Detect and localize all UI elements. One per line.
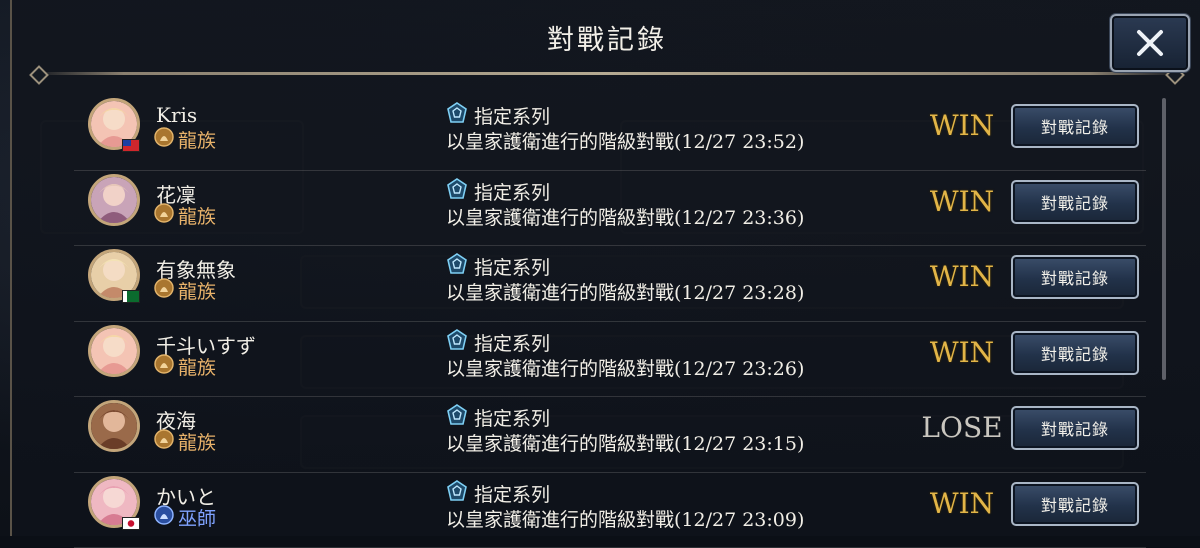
match-description: 以皇家護衛進行的階級對戰(12/27 23:52) [446, 127, 804, 154]
match-result: WIN [904, 260, 1020, 293]
match-description: 以皇家護衛進行的階級對戰(12/27 23:09) [446, 505, 804, 532]
match-row-2: 花凜 龍族 指定系列 以皇家護衛進行的階級對戰(12/27 23:36) WIN… [74, 171, 1146, 247]
taiwan-flag-icon [122, 139, 140, 152]
format-icon [446, 329, 468, 351]
dragon-class-icon [154, 278, 174, 298]
format-label: 指定系列 [474, 329, 550, 356]
close-button[interactable] [1110, 14, 1190, 72]
pakistan-flag-icon [122, 290, 140, 303]
scrollbar[interactable] [1162, 98, 1166, 380]
view-battle-record-button[interactable]: 對戰記錄 [1011, 255, 1139, 299]
format-icon [446, 178, 468, 200]
header-divider [32, 72, 1182, 75]
class-label: 龍族 [178, 126, 216, 153]
dialog-title: 對戰記錄 [547, 18, 667, 57]
mage-class-icon [154, 505, 174, 525]
dialog-header: 對戰記錄 [12, 0, 1200, 78]
match-row-4: 千斗いすず 龍族 指定系列 以皇家護衛進行的階級對戰(12/27 23:26) … [74, 322, 1146, 398]
match-result: WIN [904, 336, 1020, 369]
format-icon [446, 253, 468, 275]
match-description: 以皇家護衛進行的階級對戰(12/27 23:28) [446, 278, 804, 305]
view-battle-record-button[interactable]: 對戰記錄 [1011, 180, 1139, 224]
opponent-name: Kris [156, 103, 197, 127]
match-description: 以皇家護衛進行的階級對戰(12/27 23:26) [446, 354, 804, 381]
match-row-1: Kris 龍族 指定系列 以皇家護衛進行的階級對戰(12/27 23:52) W… [74, 95, 1146, 171]
match-result: WIN [904, 487, 1020, 520]
match-description: 以皇家護衛進行的階級對戰(12/27 23:36) [446, 203, 804, 230]
match-result: WIN [904, 109, 1020, 142]
match-row-6: かいと 巫師 指定系列 以皇家護衛進行的階級對戰(12/27 23:09) WI… [74, 473, 1146, 548]
format-label: 指定系列 [474, 253, 550, 280]
match-history-dialog: 對戰記錄 Kris 龍族 指定系列 以皇家護衛進行的階級對戰(12/2 [10, 0, 1200, 536]
opponent-avatar[interactable] [88, 400, 140, 452]
view-battle-record-button[interactable]: 對戰記錄 [1011, 482, 1139, 526]
avatar-portrait-icon [91, 403, 137, 449]
japan-flag-icon [122, 517, 140, 530]
view-battle-record-button[interactable]: 對戰記錄 [1011, 104, 1139, 148]
match-description: 以皇家護衛進行的階級對戰(12/27 23:15) [446, 429, 804, 456]
format-icon [446, 480, 468, 502]
format-label: 指定系列 [474, 480, 550, 507]
dragon-class-icon [154, 127, 174, 147]
dragon-class-icon [154, 203, 174, 223]
format-icon [446, 102, 468, 124]
class-label: 巫師 [178, 504, 216, 531]
match-list: Kris 龍族 指定系列 以皇家護衛進行的階級對戰(12/27 23:52) W… [74, 95, 1146, 548]
format-label: 指定系列 [474, 178, 550, 205]
class-label: 龍族 [178, 428, 216, 455]
close-icon [1135, 28, 1165, 58]
class-label: 龍族 [178, 277, 216, 304]
match-row-3: 有象無象 龍族 指定系列 以皇家護衛進行的階級對戰(12/27 23:28) W… [74, 246, 1146, 322]
avatar-portrait-icon [91, 328, 137, 374]
class-label: 龍族 [178, 202, 216, 229]
avatar-portrait-icon [91, 177, 137, 223]
view-battle-record-button[interactable]: 對戰記錄 [1011, 406, 1139, 450]
dragon-class-icon [154, 429, 174, 449]
format-icon [446, 404, 468, 426]
format-label: 指定系列 [474, 102, 550, 129]
opponent-avatar[interactable] [88, 174, 140, 226]
match-result: WIN [904, 185, 1020, 218]
match-row-5: 夜海 龍族 指定系列 以皇家護衛進行的階級對戰(12/27 23:15) LOS… [74, 397, 1146, 473]
format-label: 指定系列 [474, 404, 550, 431]
class-label: 龍族 [178, 353, 216, 380]
view-battle-record-button[interactable]: 對戰記錄 [1011, 331, 1139, 375]
opponent-avatar[interactable] [88, 325, 140, 377]
match-result: LOSE [904, 411, 1020, 444]
dragon-class-icon [154, 354, 174, 374]
